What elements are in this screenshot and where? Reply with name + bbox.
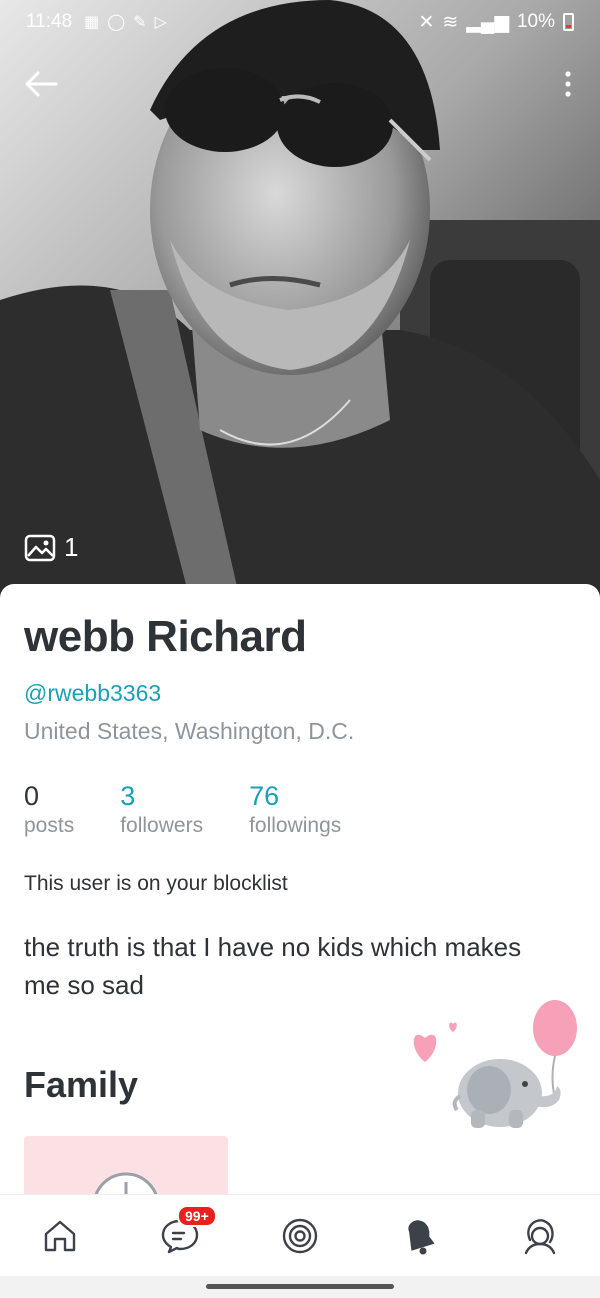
signal-icon: ▂▄▆ — [466, 11, 509, 33]
album-thumbnail[interactable] — [24, 1136, 228, 1194]
blocklist-notice: This user is on your blocklist — [24, 872, 288, 895]
profile-bio: the truth is that I have no kids which m… — [24, 932, 522, 1000]
profile-handle: @rwebb3363 — [24, 680, 162, 706]
photo-count[interactable]: 1 — [24, 532, 78, 563]
nav-discover[interactable] — [277, 1213, 323, 1259]
profile-name: webb Richard — [24, 612, 307, 661]
battery-percent: 10% — [516, 11, 555, 32]
top-navigation — [0, 62, 600, 106]
clock-icon — [94, 1172, 158, 1194]
system-navigation-bar — [0, 1276, 600, 1298]
stat-posts-label: posts — [24, 814, 75, 837]
whatsapp-icon: ◯ — [107, 14, 126, 31]
profile-cover-photo[interactable]: 11:48 ▦ ◯ ✎ ▷ ✕ ≋ ▂▄▆ 10% 1 — [0, 0, 600, 600]
home-icon — [44, 1220, 76, 1251]
wifi-icon: ≋ — [442, 11, 459, 33]
play-store-icon: ▷ — [154, 14, 167, 31]
bottom-navigation: 99+ — [0, 1194, 600, 1276]
stat-followers-label: followers — [120, 814, 204, 837]
nav-notifications[interactable] — [397, 1213, 443, 1259]
back-arrow-icon[interactable] — [22, 68, 62, 100]
stat-posts[interactable]: 0 posts — [24, 780, 74, 838]
image-icon — [24, 534, 56, 561]
notifications-icon — [408, 1219, 435, 1254]
profile-stats: 0 posts 3 followers 76 followings — [24, 780, 387, 838]
stat-followings-value: 76 — [249, 781, 280, 811]
home-gesture-pill[interactable] — [206, 1284, 394, 1289]
stat-followers[interactable]: 3 followers — [120, 780, 203, 838]
status-bar: 11:48 ▦ ◯ ✎ ▷ ✕ ≋ ▂▄▆ 10% — [0, 0, 600, 44]
elephant-balloon-illustration — [413, 1000, 577, 1128]
battery-icon — [563, 13, 574, 31]
profile-location: United States, Washington, D.C. — [24, 718, 355, 744]
stat-followings[interactable]: 76 followings — [249, 780, 341, 838]
nav-home[interactable] — [37, 1213, 83, 1259]
stat-followers-value: 3 — [120, 781, 136, 811]
pen-icon: ✎ — [133, 14, 147, 31]
messages-badge: 99+ — [177, 1204, 217, 1227]
profile-icon — [524, 1218, 556, 1254]
status-time: 11:48 — [26, 11, 73, 32]
profile-card: webb Richard @rwebb3363 United States, W… — [0, 584, 600, 1194]
mute-icon: ✕ — [418, 11, 435, 33]
nav-messages[interactable]: 99+ — [157, 1204, 217, 1259]
stat-posts-value: 0 — [24, 781, 40, 811]
photo-count-value: 1 — [64, 532, 79, 562]
more-options-icon[interactable] — [558, 66, 578, 102]
status-notification-icons: ▦ ◯ ✎ ▷ — [84, 12, 167, 32]
nav-profile[interactable] — [517, 1213, 563, 1259]
stat-followings-label: followings — [249, 814, 342, 837]
discover-icon — [282, 1218, 318, 1253]
section-title: Family — [24, 1064, 139, 1105]
grid-icon: ▦ — [84, 14, 100, 31]
